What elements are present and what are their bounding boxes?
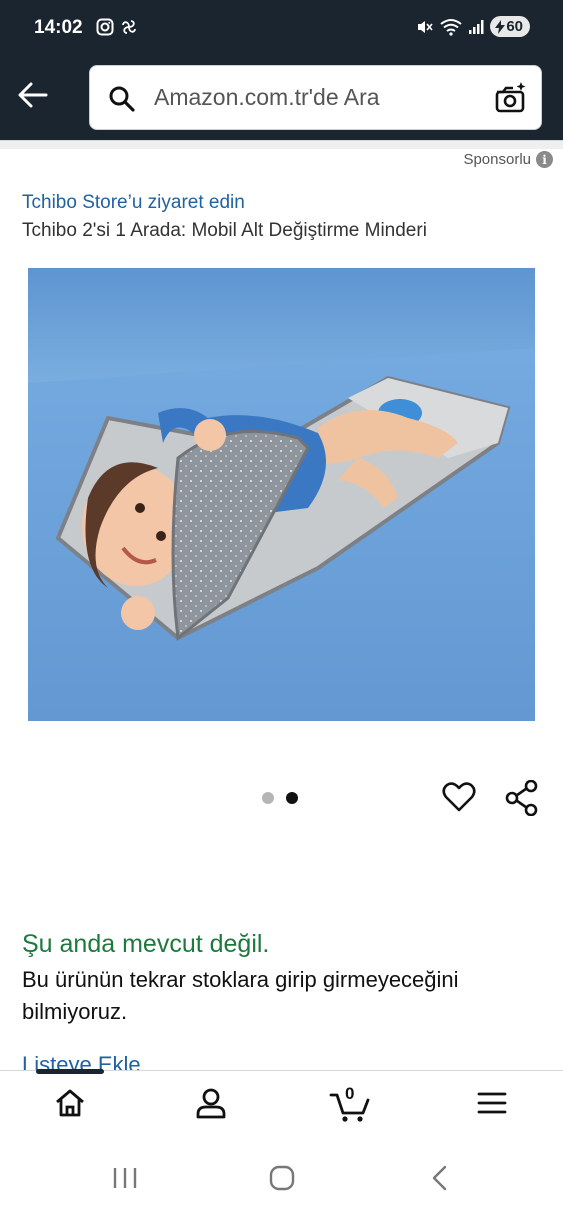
nav-account[interactable] bbox=[186, 1087, 236, 1131]
store-link[interactable]: Tchibo Store’u ziyaret edin bbox=[22, 192, 245, 214]
cart-count: 0 bbox=[345, 1084, 355, 1103]
recent-apps-icon[interactable] bbox=[112, 1164, 138, 1192]
availability-status: Şu anda mevcut değil. bbox=[22, 930, 270, 958]
mute-icon bbox=[418, 20, 433, 33]
share-icon bbox=[505, 779, 538, 817]
sponsored-label[interactable]: Sponsorlu i bbox=[463, 151, 553, 168]
status-bar: 14:02 60 bbox=[0, 0, 563, 56]
add-to-list-link[interactable]: Listeye Ekle bbox=[22, 1052, 141, 1070]
carousel-dot-active[interactable] bbox=[286, 792, 298, 804]
info-icon[interactable]: i bbox=[536, 151, 553, 168]
changing-mat-photo bbox=[28, 268, 535, 721]
camera-search-icon[interactable] bbox=[493, 80, 529, 116]
product-title: Tchibo 2'si 1 Arada: Mobil Alt Değiştirm… bbox=[22, 220, 427, 241]
person-icon bbox=[196, 1088, 226, 1119]
header-divider bbox=[0, 140, 563, 149]
instagram-icon bbox=[96, 18, 114, 36]
app-header: Amazon.com.tr'de Ara bbox=[0, 56, 563, 140]
battery-level: 60 bbox=[506, 18, 523, 35]
home-system-icon[interactable] bbox=[268, 1164, 296, 1192]
menu-icon bbox=[477, 1092, 507, 1114]
nav-cart[interactable]: 0 bbox=[326, 1084, 376, 1131]
nav-home[interactable] bbox=[45, 1087, 95, 1131]
pinwheel-icon bbox=[122, 20, 136, 34]
back-system-icon[interactable] bbox=[428, 1164, 452, 1192]
search-input[interactable]: Amazon.com.tr'de Ara bbox=[154, 84, 380, 111]
wishlist-button[interactable] bbox=[442, 780, 476, 819]
image-carousel-dots bbox=[262, 792, 298, 804]
status-time: 14:02 bbox=[34, 17, 83, 38]
signal-icon bbox=[469, 19, 484, 34]
sponsored-text: Sponsorlu bbox=[463, 151, 531, 168]
nav-menu[interactable] bbox=[467, 1087, 517, 1131]
heart-icon bbox=[442, 782, 476, 812]
active-tab-indicator bbox=[36, 1069, 104, 1074]
charging-bolt-icon bbox=[495, 19, 506, 34]
share-button[interactable] bbox=[505, 779, 539, 821]
search-bar[interactable]: Amazon.com.tr'de Ara bbox=[89, 65, 542, 130]
battery-indicator: 60 bbox=[490, 16, 530, 37]
home-icon bbox=[56, 1089, 84, 1117]
search-icon bbox=[109, 86, 135, 112]
stock-message: Bu ürünün tekrar stoklara girip girmeyec… bbox=[22, 967, 459, 1024]
system-nav-bar bbox=[0, 1140, 563, 1219]
carousel-dot[interactable] bbox=[262, 792, 274, 804]
bottom-nav: 0 bbox=[0, 1069, 563, 1141]
product-image[interactable] bbox=[28, 268, 535, 721]
back-button[interactable] bbox=[16, 78, 56, 114]
wifi-icon bbox=[440, 18, 462, 36]
back-arrow-icon bbox=[18, 82, 48, 108]
